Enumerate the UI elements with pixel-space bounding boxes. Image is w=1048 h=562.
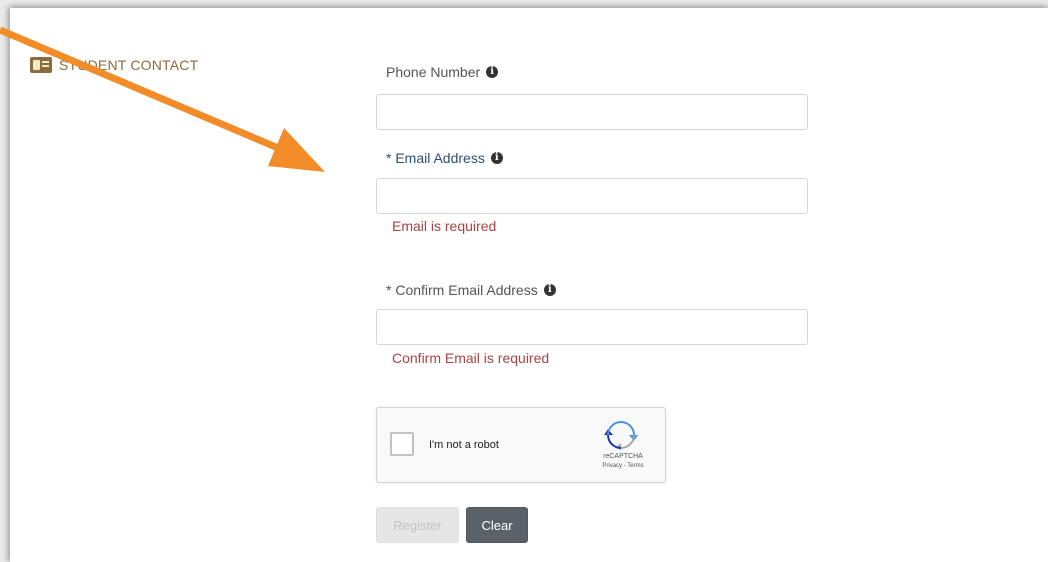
confirm-email-error: Confirm Email is required bbox=[392, 350, 550, 366]
recaptcha-label: I'm not a robot bbox=[429, 439, 499, 451]
recaptcha-widget: I'm not a robot reCAPTCHA Privacy - Term… bbox=[376, 407, 666, 483]
confirm-email-label: * Confirm Email Address i bbox=[386, 282, 556, 298]
email-label-text: * Email Address bbox=[386, 150, 485, 166]
register-button[interactable]: Register bbox=[376, 507, 459, 543]
info-icon[interactable]: i bbox=[490, 152, 503, 164]
phone-label: Phone Number i bbox=[386, 64, 499, 80]
email-error: Email is required bbox=[392, 218, 497, 234]
phone-label-text: Phone Number bbox=[386, 64, 481, 80]
section-header: STUDENT CONTACT bbox=[30, 57, 198, 73]
info-icon[interactable]: i bbox=[543, 284, 556, 296]
recaptcha-brand: reCAPTCHA bbox=[603, 453, 643, 460]
recaptcha-logo-icon bbox=[604, 421, 638, 450]
confirm-email-input[interactable] bbox=[376, 309, 808, 345]
info-icon[interactable]: i bbox=[486, 66, 499, 78]
recaptcha-privacy-terms[interactable]: Privacy - Terms bbox=[595, 463, 651, 469]
section-title: STUDENT CONTACT bbox=[59, 57, 199, 73]
phone-input[interactable] bbox=[376, 94, 808, 130]
email-input[interactable] bbox=[376, 178, 808, 214]
recaptcha-checkbox[interactable] bbox=[390, 432, 414, 456]
email-label: * Email Address i bbox=[386, 150, 503, 166]
confirm-email-label-text: * Confirm Email Address bbox=[386, 282, 538, 298]
id-card-icon bbox=[30, 57, 52, 73]
clear-button[interactable]: Clear bbox=[466, 507, 528, 543]
